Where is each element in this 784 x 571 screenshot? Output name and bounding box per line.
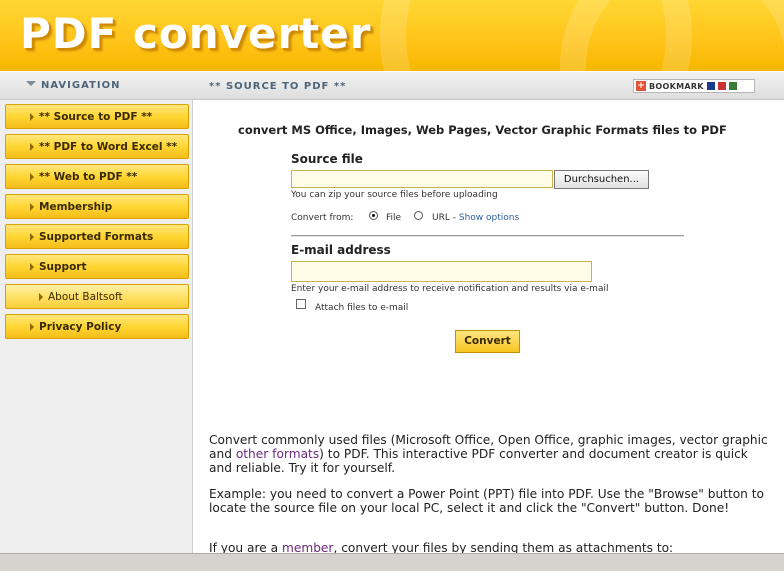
- page-title: ** SOURCE TO PDF **: [209, 81, 347, 92]
- chevron-right-icon: [30, 143, 34, 151]
- example-paragraph: Example: you need to convert a Power Poi…: [209, 487, 765, 515]
- email-label: E-mail address: [291, 243, 391, 257]
- other-formats-link[interactable]: other formats: [236, 447, 319, 461]
- sidebar-item-label: Supported Formats: [39, 231, 154, 243]
- sidebar-item-label: ** Web to PDF **: [39, 171, 138, 183]
- chevron-right-icon: [30, 323, 34, 331]
- file-radio[interactable]: [369, 211, 378, 220]
- browse-button[interactable]: Durchsuchen...: [554, 170, 649, 189]
- sidebar-item-label: Membership: [39, 201, 113, 213]
- sidebar-item-label: About Baltsoft: [48, 291, 123, 303]
- navigation-header: NAVIGATION: [0, 71, 193, 100]
- chevron-right-icon: [30, 263, 34, 271]
- browser-status-bar: [0, 553, 784, 571]
- attach-files-checkbox[interactable]: [296, 299, 306, 309]
- sidebar-item-membership[interactable]: Membership: [5, 194, 189, 219]
- url-option-text: URL: [432, 213, 450, 223]
- sidebar-item-label: Support: [39, 261, 87, 273]
- page-title-bar: ** SOURCE TO PDF ** + BOOKMARK: [193, 71, 784, 100]
- sidebar-item-supported-formats[interactable]: Supported Formats: [5, 224, 189, 249]
- main-content: convert MS Office, Images, Web Pages, Ve…: [193, 100, 784, 555]
- sidebar-item-label: ** Source to PDF **: [39, 111, 153, 123]
- plus-icon: +: [636, 81, 646, 91]
- convert-button[interactable]: Convert: [455, 330, 520, 353]
- converter-headline: convert MS Office, Images, Web Pages, Ve…: [238, 123, 727, 137]
- url-radio[interactable]: [414, 211, 423, 220]
- sidebar-item-support[interactable]: Support: [5, 254, 189, 279]
- intro-paragraph: Convert commonly used files (Microsoft O…: [209, 433, 769, 475]
- chevron-right-icon: [30, 173, 34, 181]
- file-option-label: File: [386, 213, 402, 223]
- option-separator: -: [452, 213, 456, 223]
- show-options-link[interactable]: Show options: [459, 213, 519, 223]
- chevron-down-icon: [26, 81, 36, 86]
- chevron-right-icon: [39, 293, 43, 301]
- source-file-label: Source file: [291, 152, 363, 166]
- digg-icon: [717, 82, 726, 90]
- delicious-icon: [706, 82, 715, 90]
- form-divider: [291, 235, 684, 237]
- sidebar-item-about-baltsoft[interactable]: About Baltsoft: [5, 284, 189, 309]
- sidebar-item-web-to-pdf[interactable]: ** Web to PDF **: [5, 164, 189, 189]
- chevron-right-icon: [30, 113, 34, 121]
- bookmark-button[interactable]: + BOOKMARK: [633, 79, 755, 93]
- sidebar-item-pdf-to-word-excel[interactable]: ** PDF to Word Excel **: [5, 134, 189, 159]
- sidebar-item-label: ** PDF to Word Excel **: [39, 141, 178, 153]
- share-icon: [728, 82, 737, 90]
- attach-files-label: Attach files to e-mail: [315, 303, 409, 313]
- chevron-right-icon: [30, 233, 34, 241]
- sidebar-item-privacy-policy[interactable]: Privacy Policy: [5, 314, 189, 339]
- bookmark-label: BOOKMARK: [649, 81, 704, 91]
- url-option-label: URL - Show options: [432, 213, 519, 223]
- site-header: PDF converter: [0, 0, 784, 71]
- sidebar-item-label: Privacy Policy: [39, 321, 122, 333]
- email-hint: Enter your e-mail address to receive not…: [291, 284, 609, 294]
- chevron-right-icon: [30, 203, 34, 211]
- site-logo[interactable]: PDF converter: [20, 9, 371, 58]
- sidebar-item-source-to-pdf[interactable]: ** Source to PDF **: [5, 104, 189, 129]
- navigation-title: NAVIGATION: [41, 80, 121, 91]
- email-field[interactable]: [291, 261, 592, 282]
- convert-from-label: Convert from:: [291, 213, 354, 223]
- zip-hint: You can zip your source files before upl…: [291, 190, 498, 200]
- header-swirl-decoration: [560, 0, 784, 71]
- sidebar: ** Source to PDF ** ** PDF to Word Excel…: [0, 100, 193, 571]
- source-file-input[interactable]: [291, 170, 553, 188]
